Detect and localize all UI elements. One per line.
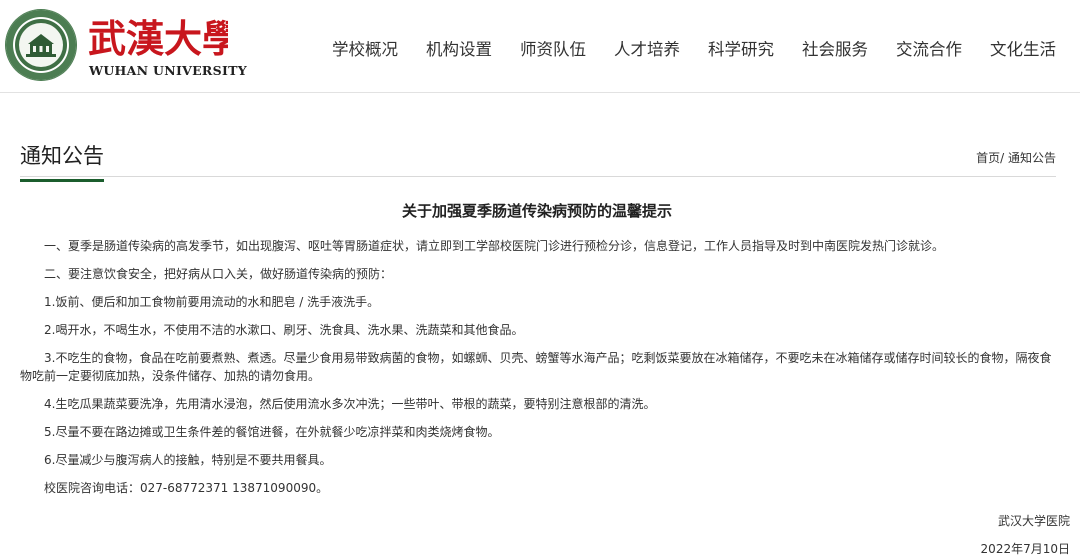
article-date: 2022年7月10日 — [980, 542, 1070, 556]
nav-culture[interactable]: 文化生活 — [990, 36, 1056, 60]
breadcrumb: 首页/ 通知公告 — [976, 149, 1056, 166]
main-nav: 学校概况 机构设置 师资队伍 人才培养 科学研究 社会服务 交流合作 文化生活 — [332, 36, 1056, 60]
wuhan-university-calligraphy-logo[interactable]: 武漢大學 — [88, 14, 228, 58]
university-emblem-icon[interactable] — [6, 10, 76, 80]
paragraph: 4.生吃瓜果蔬菜要洗净，先用清水浸泡，然后使用流水多次冲洗；一些带叶、带根的蔬菜… — [44, 397, 656, 411]
paragraph: 一、夏季是肠道传染病的高发季节，如出现腹泻、呕吐等胃肠道症状，请立即到工学部校医… — [44, 239, 945, 253]
paragraph: 二、要注意饮食安全，把好病从口入关，做好肠道传染病的预防： — [44, 267, 393, 281]
paragraph: 2.喝开水，不喝生水，不使用不洁的水漱口、刷牙、洗食具、洗水果、洗蔬菜和其他食品… — [44, 323, 524, 337]
paragraph: 6.尽量减少与腹泻病人的接触，特别是不要共用餐具。 — [44, 453, 332, 467]
nav-social-service[interactable]: 社会服务 — [802, 36, 868, 60]
site-header: 武漢大學 WUHAN UNIVERSITY 学校概况 机构设置 师资队伍 人才培… — [0, 0, 1080, 93]
nav-institutions[interactable]: 机构设置 — [426, 36, 492, 60]
page-title: 通知公告 — [20, 140, 104, 182]
paragraph: 3.不吃生的食物，食品在吃前要煮熟、煮透。尽量少食用易带致病菌的食物，如螺蛳、贝… — [20, 351, 1052, 383]
university-english-name: WUHAN UNIVERSITY — [89, 63, 247, 78]
nav-research[interactable]: 科学研究 — [708, 36, 774, 60]
article-signature: 武汉大学医院 — [997, 514, 1070, 528]
contact-phone: 校医院咨询电话：027-68772371 13871090090。 — [44, 481, 329, 495]
article-title: 关于加强夏季肠道传染病预防的温馨提示 — [401, 202, 672, 220]
section-header: 通知公告 首页/ 通知公告 — [20, 130, 1056, 182]
paragraph: 5.尽量不要在路边摊或卫生条件差的餐馆进餐，在外就餐少吃凉拌菜和肉类烧烤食物。 — [44, 425, 500, 439]
nav-faculty[interactable]: 师资队伍 — [520, 36, 586, 60]
breadcrumb-home[interactable]: 首页 — [976, 151, 1000, 165]
breadcrumb-separator: / — [1000, 151, 1008, 165]
nav-exchange[interactable]: 交流合作 — [896, 36, 962, 60]
paragraph: 1.饭前、便后和加工食物前要用流动的水和肥皂 / 洗手液洗手。 — [44, 295, 380, 309]
nav-education[interactable]: 人才培养 — [614, 36, 680, 60]
breadcrumb-current[interactable]: 通知公告 — [1008, 151, 1056, 165]
svg-text:武漢大學: 武漢大學 — [88, 16, 228, 58]
article: 关于加强夏季肠道传染病预防的温馨提示 一、夏季是肠道传染病的高发季节，如出现腹泻… — [20, 196, 1054, 507]
nav-about[interactable]: 学校概况 — [332, 36, 398, 60]
